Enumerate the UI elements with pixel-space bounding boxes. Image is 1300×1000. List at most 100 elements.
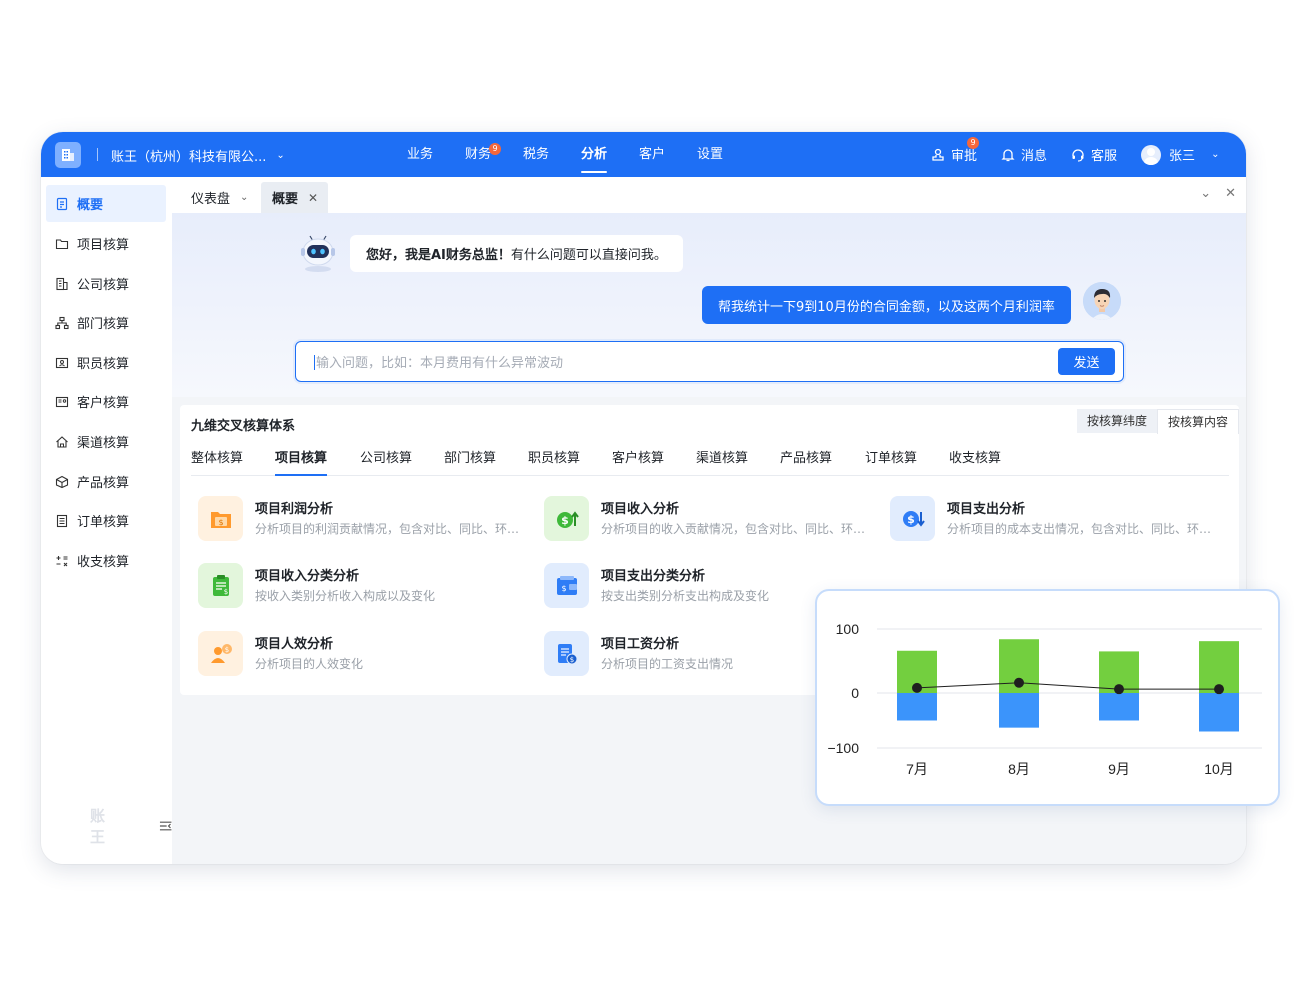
sidebar-item-staff[interactable]: 职员核算 — [46, 344, 166, 381]
accounting-subtabs: 整体核算 项目核算 公司核算 部门核算 职员核算 客户核算 渠道核算 产品核算 … — [191, 443, 1229, 476]
divider — [97, 148, 98, 161]
card-project-income[interactable]: $ 项目收入分析 分析项目的收入贡献情况，包含对比、同比、环比等 — [544, 493, 874, 543]
bot-greeting-text: 有什么问题可以直接问我。 — [510, 248, 667, 263]
svg-text:$: $ — [223, 588, 227, 596]
tab-bar-actions: ⌄ ✕ — [1200, 186, 1236, 201]
card-icon-bg: $ — [198, 563, 243, 608]
nav-customer[interactable]: 客户 — [623, 132, 681, 177]
subtab-product[interactable]: 产品核算 — [780, 443, 832, 475]
close-icon[interactable]: ✕ — [308, 191, 318, 205]
plusminus-icon — [56, 555, 68, 566]
message-button[interactable]: 消息 — [1001, 145, 1047, 164]
stamp-icon — [932, 148, 944, 161]
line-point — [912, 682, 922, 693]
line-point — [1114, 684, 1124, 695]
collapse-menu-icon[interactable] — [159, 819, 172, 833]
sidebar-item-channel[interactable]: 渠道核算 — [46, 423, 166, 460]
sidebar-footer: 账王 — [90, 805, 172, 847]
sidebar-item-company[interactable]: 公司核算 — [46, 265, 166, 302]
clipboard-dollar-icon: $ — [212, 574, 229, 596]
tab-overview[interactable]: 概要 ✕ — [261, 182, 329, 213]
svg-text:$: $ — [569, 656, 573, 664]
sidebar-item-department[interactable]: 部门核算 — [46, 304, 166, 341]
chart-card: 100 0 −100 7月 8月 9月 10月 — [815, 589, 1280, 806]
company-name: 账王（杭州）科技有限公... — [111, 150, 267, 165]
svg-text:$: $ — [561, 584, 566, 593]
nav-label: 业务 — [406, 147, 433, 162]
nav-label: 分析 — [580, 147, 607, 162]
subtab-department[interactable]: 部门核算 — [444, 443, 496, 475]
bell-icon — [1001, 148, 1015, 161]
box-icon — [55, 475, 69, 488]
bot-message: 您好，我是AI财务总监！ 有什么问题可以直接问我。 — [350, 235, 683, 272]
nav-business[interactable]: 业务 — [391, 132, 449, 177]
sidebar-item-income-expense[interactable]: 收支核算 — [46, 542, 166, 579]
wallet-dollar-icon: $ — [210, 511, 231, 528]
question-input[interactable] — [314, 350, 1038, 376]
subtab-overall[interactable]: 整体核算 — [191, 443, 243, 475]
id-card-icon — [55, 357, 69, 368]
card-icon-bg: $ — [544, 496, 589, 541]
user-menu[interactable]: 张三 ⌄ — [1141, 144, 1219, 165]
sidebar-item-label: 项目核算 — [77, 238, 130, 253]
toggle-by-content[interactable]: 按核算内容 — [1156, 409, 1239, 434]
subtab-income-expense[interactable]: 收支核算 — [949, 443, 1001, 475]
nav-label: 税务 — [522, 147, 549, 162]
nav-settings[interactable]: 设置 — [681, 132, 739, 177]
sidebar-item-overview[interactable]: 概要 — [46, 185, 166, 222]
chevron-down-icon: ⌄ — [240, 192, 249, 203]
sidebar-item-order[interactable]: 订单核算 — [46, 502, 166, 539]
card-project-income-category[interactable]: $ 项目收入分类分析 按收入类别分析收入构成以及变化 — [198, 560, 528, 610]
card-project-efficiency[interactable]: $ 项目人效分析 分析项目的人效变化 — [198, 628, 528, 678]
chevron-down-icon: ⌄ — [276, 150, 285, 161]
brand-watermark: 账王 — [90, 807, 107, 846]
subtab-channel[interactable]: 渠道核算 — [696, 443, 748, 475]
folder-icon — [55, 238, 69, 249]
card-desc: 分析项目的人效变化 — [255, 657, 364, 671]
svg-text:$: $ — [907, 513, 915, 526]
approve-button[interactable]: 审批 9 — [931, 137, 979, 164]
avatar — [1141, 144, 1162, 165]
line-point — [1214, 684, 1224, 695]
service-button[interactable]: 客服 — [1071, 145, 1117, 164]
tab-dashboard[interactable]: 仪表盘 ⌄ — [191, 182, 248, 213]
card-desc: 分析项目的收入贡献情况，包含对比、同比、环比等 — [601, 522, 873, 536]
sidebar-item-product[interactable]: 产品核算 — [46, 463, 166, 500]
sidebar-item-label: 公司核算 — [77, 278, 130, 293]
toggle-by-dimension[interactable]: 按核算纬度 — [1076, 409, 1157, 433]
top-navigation-bar: 账王（杭州）科技有限公... ⌄ 业务 财务 9 税务 分析 客户 设置 审批 9… — [41, 132, 1246, 177]
subtab-customer[interactable]: 客户核算 — [612, 443, 664, 475]
bar-negative — [897, 693, 937, 721]
sidebar-item-customer[interactable]: 客户核算 — [46, 383, 166, 420]
nav-finance[interactable]: 财务 9 — [449, 132, 507, 177]
nav-analysis[interactable]: 分析 — [565, 132, 623, 177]
dollar-down-icon: $ — [902, 510, 925, 527]
card-desc: 分析项目的利润贡献情况，包含对比、同比、环比等 — [255, 522, 527, 536]
sidebar-item-label: 客户核算 — [77, 396, 130, 411]
org-icon — [55, 316, 69, 329]
app-logo[interactable] — [55, 142, 81, 168]
home-icon — [56, 435, 68, 448]
send-button[interactable]: 发送 — [1058, 348, 1115, 375]
card-project-expense[interactable]: $ 项目支出分析 分析项目的成本支出情况，包含对比、同比、环比等 — [890, 493, 1220, 543]
card-title: 项目支出分类分析 — [601, 569, 706, 584]
card-project-profit[interactable]: $ 项目利润分析 分析项目的利润贡献情况，包含对比、同比、环比等 — [198, 493, 528, 543]
subtab-staff[interactable]: 职员核算 — [528, 443, 580, 475]
nav-tax[interactable]: 税务 — [507, 132, 565, 177]
close-icon[interactable]: ✕ — [1225, 186, 1236, 201]
subtab-company[interactable]: 公司核算 — [360, 443, 412, 475]
main-nav: 业务 财务 9 税务 分析 客户 设置 — [391, 132, 739, 177]
notification-badge: 9 — [489, 143, 501, 155]
sidebar-item-project[interactable]: 项目核算 — [46, 225, 166, 262]
x-tick-label: 7月 — [906, 761, 928, 777]
service-label: 客服 — [1091, 149, 1118, 164]
chevron-down-icon[interactable]: ⌄ — [1200, 186, 1211, 201]
card-title: 项目支出分析 — [947, 502, 1026, 517]
building-icon — [56, 277, 68, 290]
sidebar-item-label: 渠道核算 — [77, 436, 130, 451]
company-selector[interactable]: 账王（杭州）科技有限公... ⌄ — [111, 146, 285, 165]
dollar-up-icon: $ — [556, 510, 579, 528]
subtab-project[interactable]: 项目核算 — [275, 443, 328, 476]
user-message: 帮我统计一下9到10月份的合同金额，以及这两个月利润率 — [702, 286, 1071, 324]
subtab-order[interactable]: 订单核算 — [865, 443, 917, 475]
